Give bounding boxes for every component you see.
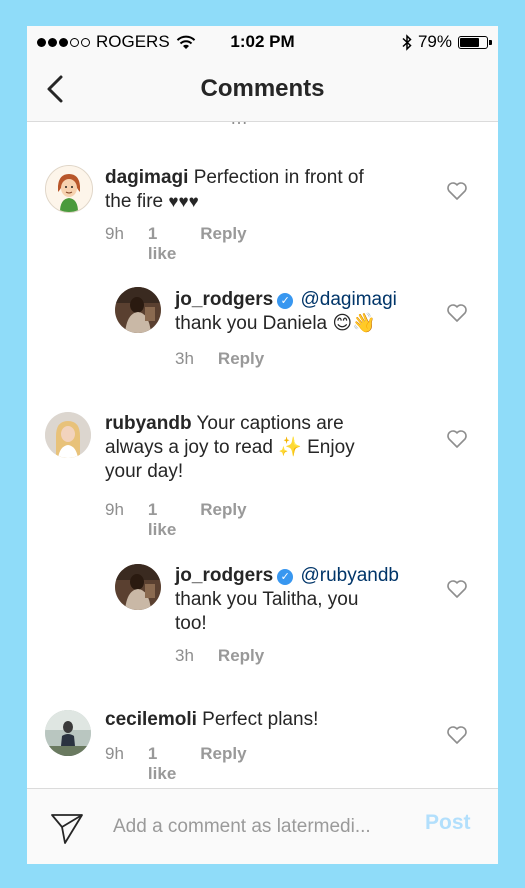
comment-text: jo_rodgers ✓ @rubyandb thank you Talitha,… bbox=[175, 564, 445, 636]
comment-meta: 3h Reply bbox=[175, 349, 288, 369]
comment-body-line3: your day! bbox=[105, 461, 184, 482]
comment-username[interactable]: jo_rodgers bbox=[175, 289, 273, 310]
comment-username[interactable]: jo_rodgers bbox=[175, 565, 273, 586]
heart-icon[interactable] bbox=[446, 429, 468, 449]
comment-time: 3h bbox=[175, 646, 194, 665]
mention-link[interactable]: @dagimagi bbox=[300, 289, 396, 310]
comment-username[interactable]: dagimagi bbox=[105, 167, 188, 188]
comment-text: jo_rodgers ✓ @dagimagi thank you Daniela … bbox=[175, 288, 435, 336]
reply-button[interactable]: Reply bbox=[200, 744, 246, 784]
comment-body-line2: the fire bbox=[105, 191, 164, 212]
like-count[interactable]: 1 like bbox=[148, 224, 176, 264]
heart-icon[interactable] bbox=[446, 303, 468, 323]
avatar[interactable] bbox=[45, 412, 91, 458]
page-title: Comments bbox=[200, 75, 325, 102]
heart-icon[interactable] bbox=[446, 579, 468, 599]
paper-plane-icon[interactable] bbox=[49, 809, 85, 845]
battery-percent: 79% bbox=[417, 32, 452, 51]
comment-body-line2: too! bbox=[175, 613, 207, 634]
comment-body-line1: Perfect plans! bbox=[202, 709, 319, 730]
reply-button[interactable]: Reply bbox=[200, 224, 246, 264]
comment-time: 9h bbox=[105, 224, 124, 243]
avatar[interactable] bbox=[45, 165, 93, 213]
avatar[interactable] bbox=[45, 710, 91, 756]
avatar[interactable] bbox=[115, 287, 161, 333]
comment-meta: 9h 1 like Reply bbox=[105, 744, 271, 784]
comment-body-line1: Perfection in front of bbox=[193, 167, 364, 188]
like-count[interactable]: 1 like bbox=[148, 500, 176, 540]
comment-text: dagimagi Perfection in front of the fire… bbox=[105, 166, 405, 214]
like-count[interactable]: 1 like bbox=[148, 744, 176, 784]
battery-icon bbox=[458, 35, 492, 49]
comment-username[interactable]: rubyandb bbox=[105, 413, 192, 434]
cut-off-text: … bbox=[230, 122, 248, 129]
reply-button[interactable]: Reply bbox=[200, 500, 246, 540]
status-bar: ROGERS 1:02 PM 79% bbox=[27, 26, 498, 58]
post-button[interactable]: Post bbox=[425, 811, 471, 835]
comment-meta: 9h 1 like Reply bbox=[105, 224, 271, 264]
avatar[interactable] bbox=[115, 564, 161, 610]
phone-screen: ROGERS 1:02 PM 79% Comments … bbox=[27, 26, 498, 864]
comment-time: 9h bbox=[105, 500, 124, 519]
comment-time: 3h bbox=[175, 349, 194, 368]
comment-body-line2: always a joy to read ✨ Enjoy bbox=[105, 437, 355, 458]
comment-meta: 3h Reply bbox=[175, 646, 288, 666]
reply-button[interactable]: Reply bbox=[218, 349, 264, 369]
comment-composer: Post bbox=[27, 788, 498, 864]
comment-meta: 9h 1 like Reply bbox=[105, 500, 271, 540]
verified-badge-icon: ✓ bbox=[277, 293, 294, 309]
nav-bar: Comments bbox=[27, 58, 498, 122]
heart-icon[interactable] bbox=[446, 725, 468, 745]
status-right: 79% bbox=[402, 32, 492, 52]
comment-body-line1: Your captions are bbox=[196, 413, 344, 434]
reply-button[interactable]: Reply bbox=[218, 646, 264, 666]
bluetooth-icon bbox=[402, 33, 412, 51]
comments-list[interactable]: … dagimagi Perfection in front of the fi… bbox=[27, 122, 498, 788]
mention-link[interactable]: @rubyandb bbox=[300, 565, 399, 586]
verified-badge-icon: ✓ bbox=[277, 569, 294, 585]
heart-icon[interactable] bbox=[446, 181, 468, 201]
hearts-emoji: ♥♥♥ bbox=[168, 192, 199, 211]
comment-body-line1: thank you Talitha, you bbox=[175, 589, 359, 610]
comment-input[interactable] bbox=[111, 811, 415, 843]
comment-text: rubyandb Your captions are always a joy … bbox=[105, 412, 425, 484]
comment-time: 9h bbox=[105, 744, 124, 763]
comment-username[interactable]: cecilemoli bbox=[105, 709, 197, 730]
comment-text: cecilemoli Perfect plans! bbox=[105, 708, 405, 732]
comment-body-line1: thank you Daniela 😊👋 bbox=[175, 313, 376, 334]
